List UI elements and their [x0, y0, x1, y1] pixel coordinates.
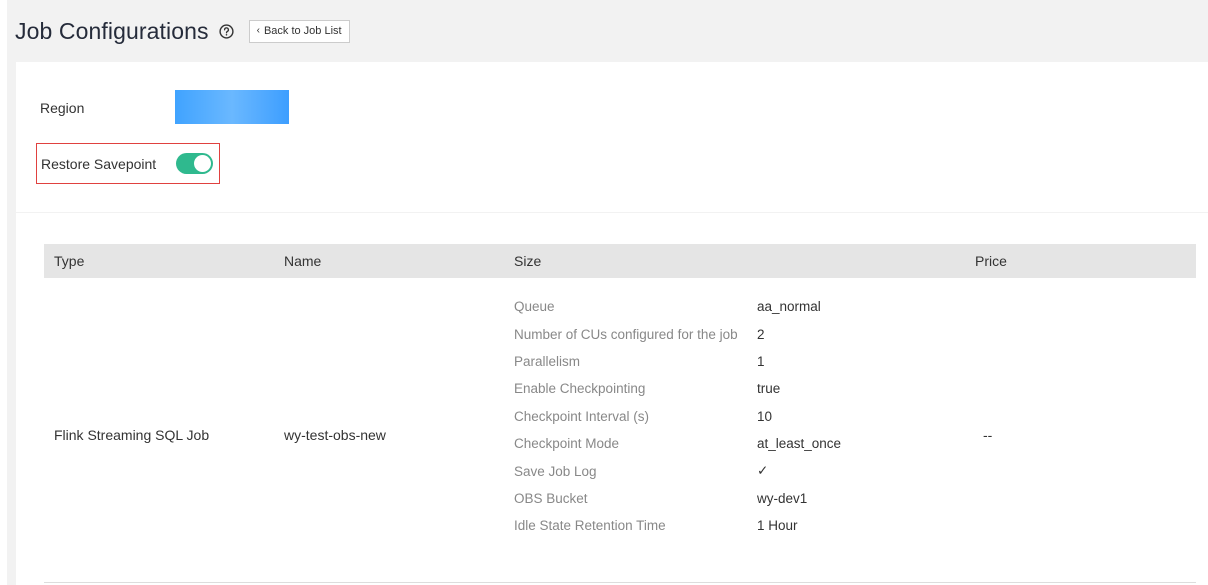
size-details: Queue aa_normal Number of CUs configured… — [514, 293, 841, 540]
size-value: true — [757, 381, 781, 397]
column-header-name: Name — [284, 253, 322, 269]
column-header-price: Price — [975, 253, 1007, 269]
question-circle-icon[interactable] — [218, 23, 234, 39]
size-key: Parallelism — [514, 353, 581, 369]
toggle-knob — [194, 155, 212, 172]
size-value: aa_normal — [757, 299, 821, 315]
restore-savepoint-label: Restore Savepoint — [41, 155, 157, 172]
left-margin — [0, 0, 7, 585]
size-row-save-job-log: Save Job Log ✓ — [514, 457, 841, 484]
cell-type: Flink Streaming SQL Job — [54, 427, 210, 443]
size-row-checkpoint-interval: Checkpoint Interval (s) 10 — [514, 403, 841, 430]
size-value: wy-dev1 — [757, 490, 808, 506]
column-header-size: Size — [514, 253, 542, 269]
size-key: OBS Bucket — [514, 490, 588, 506]
table-row: Flink Streaming SQL Job wy-test-obs-new … — [44, 278, 1196, 583]
size-row-parallelism: Parallelism 1 — [514, 348, 841, 375]
size-key: Idle State Retention Time — [514, 518, 666, 534]
size-row-cus: Number of CUs configured for the job 2 — [514, 320, 841, 347]
region-value-redacted — [175, 90, 289, 124]
size-value: 10 — [757, 408, 773, 424]
column-header-type: Type — [54, 253, 85, 269]
job-settings-panel: Region Restore Savepoint — [16, 62, 1208, 212]
size-row-idle-retention: Idle State Retention Time 1 Hour — [514, 512, 841, 539]
size-value: 1 Hour — [757, 518, 798, 534]
size-key: Save Job Log — [514, 463, 597, 479]
size-key: Number of CUs configured for the job — [514, 326, 738, 342]
size-key: Checkpoint Mode — [514, 436, 620, 452]
back-to-job-list-button[interactable]: ‹ Back to Job List — [248, 19, 350, 43]
size-row-queue: Queue aa_normal — [514, 293, 841, 320]
size-row-obs-bucket: OBS Bucket wy-dev1 — [514, 485, 841, 512]
size-value: 1 — [757, 353, 765, 369]
restore-savepoint-toggle[interactable] — [176, 153, 214, 174]
size-key: Queue — [514, 299, 555, 315]
size-key: Checkpoint Interval (s) — [514, 408, 650, 424]
job-resources-panel: Type Name Size Price Flink Streaming SQL… — [16, 213, 1208, 585]
table-header: Type Name Size Price — [44, 244, 1196, 278]
size-value: 2 — [757, 326, 765, 342]
job-table: Type Name Size Price Flink Streaming SQL… — [44, 244, 1196, 583]
size-value: at_least_once — [757, 436, 842, 452]
size-key: Enable Checkpointing — [514, 381, 646, 397]
size-row-checkpoint-mode: Checkpoint Mode at_least_once — [514, 430, 841, 457]
page-title: Job Configurations — [15, 17, 209, 44]
page-header: Job Configurations ‹ Back to Job List — [7, 10, 1208, 52]
restore-savepoint-highlight: Restore Savepoint — [36, 143, 220, 184]
cell-price: -- — [983, 427, 993, 443]
checkmark-icon: ✓ — [757, 463, 769, 479]
region-label: Region — [40, 100, 85, 116]
back-button-label: Back to Job List — [263, 25, 342, 37]
cell-name: wy-test-obs-new — [284, 427, 386, 443]
size-row-checkpointing: Enable Checkpointing true — [514, 375, 841, 402]
chevron-left-icon: ‹ — [256, 25, 260, 36]
